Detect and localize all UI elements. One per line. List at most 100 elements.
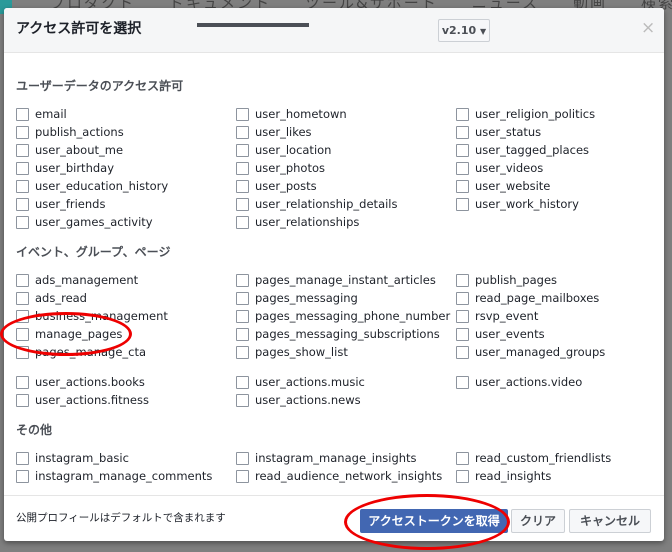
- checkbox[interactable]: [456, 309, 469, 323]
- permission-user-actions-news[interactable]: user_actions.news: [236, 391, 456, 409]
- checkbox[interactable]: [456, 451, 469, 465]
- permission-user-birthday[interactable]: user_birthday: [16, 159, 236, 177]
- permission-pages-messaging-phone-number[interactable]: pages_messaging_phone_number: [236, 307, 456, 325]
- permission-user-events[interactable]: user_events: [456, 325, 656, 343]
- checkbox[interactable]: [236, 451, 249, 465]
- permission-user-religion-politics[interactable]: user_religion_politics: [456, 105, 656, 123]
- permission-user-managed-groups[interactable]: user_managed_groups: [456, 343, 656, 361]
- checkbox[interactable]: [456, 179, 469, 193]
- version-dropdown[interactable]: v2.10 ▼: [438, 19, 490, 42]
- checkbox[interactable]: [16, 273, 29, 287]
- checkbox[interactable]: [16, 143, 29, 157]
- checkbox[interactable]: [16, 375, 29, 389]
- permission-user-hometown[interactable]: user_hometown: [236, 105, 456, 123]
- checkbox[interactable]: [236, 179, 249, 193]
- permission-user-relationship-details[interactable]: user_relationship_details: [236, 195, 456, 213]
- checkbox[interactable]: [16, 125, 29, 139]
- checkbox[interactable]: [456, 469, 469, 483]
- permission-publish-pages[interactable]: publish_pages: [456, 271, 656, 289]
- checkbox[interactable]: [456, 345, 469, 359]
- checkbox[interactable]: [16, 291, 29, 305]
- checkbox[interactable]: [16, 393, 29, 407]
- checkbox[interactable]: [236, 197, 249, 211]
- checkbox[interactable]: [456, 375, 469, 389]
- checkbox[interactable]: [16, 215, 29, 229]
- permission-user-website[interactable]: user_website: [456, 177, 656, 195]
- checkbox[interactable]: [236, 327, 249, 341]
- permission-user-actions-books[interactable]: user_actions.books: [16, 373, 236, 391]
- permission-read-page-mailboxes[interactable]: read_page_mailboxes: [456, 289, 656, 307]
- checkbox[interactable]: [16, 179, 29, 193]
- permission-user-photos[interactable]: user_photos: [236, 159, 456, 177]
- permission-publish-actions[interactable]: publish_actions: [16, 123, 236, 141]
- permission-label: user_birthday: [35, 161, 115, 175]
- permission-read-insights[interactable]: read_insights: [456, 467, 656, 485]
- permission-business-management[interactable]: business_management: [16, 307, 236, 325]
- checkbox[interactable]: [236, 107, 249, 121]
- permission-ads-management[interactable]: ads_management: [16, 271, 236, 289]
- permission-user-tagged-places[interactable]: user_tagged_places: [456, 141, 656, 159]
- permission-user-actions-fitness[interactable]: user_actions.fitness: [16, 391, 236, 409]
- checkbox[interactable]: [456, 291, 469, 305]
- permission-pages-manage-instant-articles[interactable]: pages_manage_instant_articles: [236, 271, 456, 289]
- permission-user-likes[interactable]: user_likes: [236, 123, 456, 141]
- permission-pages-manage-cta[interactable]: pages_manage_cta: [16, 343, 236, 361]
- permission-user-games-activity[interactable]: user_games_activity: [16, 213, 236, 231]
- checkbox[interactable]: [236, 375, 249, 389]
- checkbox[interactable]: [16, 197, 29, 211]
- close-icon[interactable]: ×: [641, 18, 655, 38]
- checkbox[interactable]: [456, 143, 469, 157]
- checkbox[interactable]: [236, 125, 249, 139]
- checkbox[interactable]: [16, 451, 29, 465]
- checkbox[interactable]: [456, 107, 469, 121]
- caret-down-icon: ▼: [480, 27, 487, 36]
- permission-user-actions-music[interactable]: user_actions.music: [236, 373, 456, 391]
- permission-read-custom-friendlists[interactable]: read_custom_friendlists: [456, 449, 656, 467]
- permission-instagram-manage-comments[interactable]: instagram_manage_comments: [16, 467, 236, 485]
- checkbox[interactable]: [236, 469, 249, 483]
- permission-user-relationships[interactable]: user_relationships: [236, 213, 456, 231]
- checkbox[interactable]: [456, 197, 469, 211]
- permission-user-location[interactable]: user_location: [236, 141, 456, 159]
- permission-manage-pages[interactable]: manage_pages: [16, 325, 236, 343]
- permission-user-education-history[interactable]: user_education_history: [16, 177, 236, 195]
- checkbox[interactable]: [236, 345, 249, 359]
- permission-user-posts[interactable]: user_posts: [236, 177, 456, 195]
- permission-label: pages_messaging_subscriptions: [255, 327, 440, 341]
- checkbox[interactable]: [236, 291, 249, 305]
- permission-email[interactable]: email: [16, 105, 236, 123]
- checkbox[interactable]: [16, 469, 29, 483]
- permission-ads-read[interactable]: ads_read: [16, 289, 236, 307]
- permission-user-about-me[interactable]: user_about_me: [16, 141, 236, 159]
- permission-user-status[interactable]: user_status: [456, 123, 656, 141]
- permission-pages-show-list[interactable]: pages_show_list: [236, 343, 456, 361]
- cancel-button[interactable]: キャンセル: [569, 509, 651, 533]
- checkbox[interactable]: [16, 161, 29, 175]
- checkbox[interactable]: [236, 309, 249, 323]
- clear-button[interactable]: クリア: [511, 509, 565, 533]
- checkbox[interactable]: [236, 143, 249, 157]
- permission-instagram-manage-insights[interactable]: instagram_manage_insights: [236, 449, 456, 467]
- checkbox[interactable]: [16, 327, 29, 341]
- permission-pages-messaging[interactable]: pages_messaging: [236, 289, 456, 307]
- checkbox[interactable]: [236, 393, 249, 407]
- permission-instagram-basic[interactable]: instagram_basic: [16, 449, 236, 467]
- checkbox[interactable]: [236, 273, 249, 287]
- checkbox[interactable]: [16, 345, 29, 359]
- permission-rsvp-event[interactable]: rsvp_event: [456, 307, 656, 325]
- checkbox[interactable]: [236, 161, 249, 175]
- checkbox[interactable]: [456, 161, 469, 175]
- permission-user-videos[interactable]: user_videos: [456, 159, 656, 177]
- checkbox[interactable]: [456, 327, 469, 341]
- permission-pages-messaging-subscriptions[interactable]: pages_messaging_subscriptions: [236, 325, 456, 343]
- checkbox[interactable]: [16, 309, 29, 323]
- permission-user-work-history[interactable]: user_work_history: [456, 195, 656, 213]
- checkbox[interactable]: [16, 107, 29, 121]
- permission-user-friends[interactable]: user_friends: [16, 195, 236, 213]
- checkbox[interactable]: [456, 273, 469, 287]
- checkbox[interactable]: [236, 215, 249, 229]
- permission-user-actions-video[interactable]: user_actions.video: [456, 373, 656, 391]
- permission-read-audience-network-insights[interactable]: read_audience_network_insights: [236, 467, 456, 485]
- get-access-token-button[interactable]: アクセストークンを取得: [360, 509, 508, 533]
- checkbox[interactable]: [456, 125, 469, 139]
